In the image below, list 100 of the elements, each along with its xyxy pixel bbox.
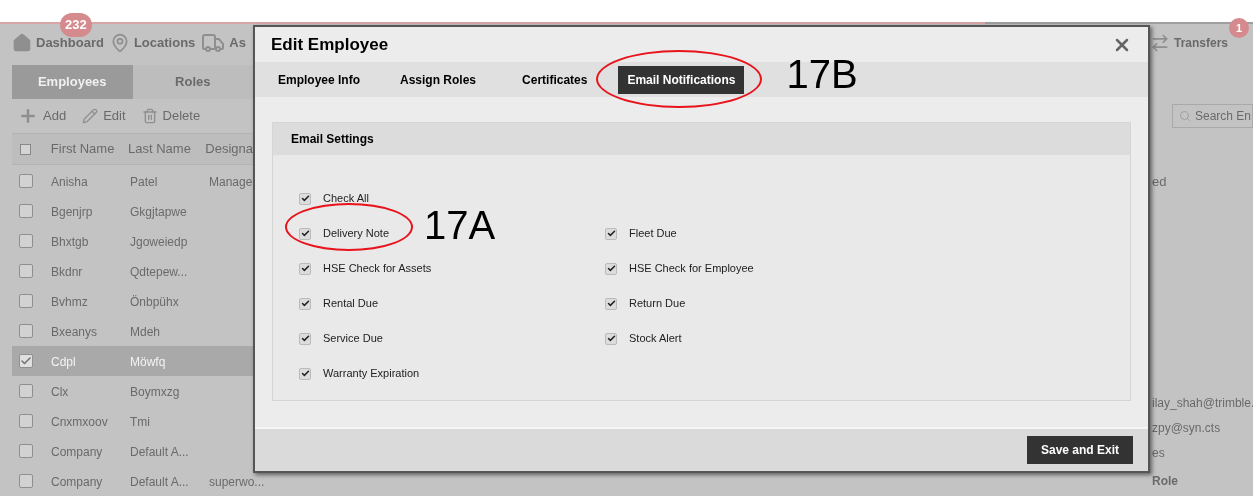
- row-checkbox[interactable]: [19, 234, 33, 248]
- table-cell: Bgenjrp: [51, 205, 93, 219]
- toolbar-button[interactable]: Add: [18, 106, 67, 126]
- search-field[interactable]: Search En: [1172, 104, 1253, 128]
- table-cell: Default A...: [130, 475, 189, 489]
- table-row[interactable]: Bgenjrp Gkgjtapwe: [12, 196, 253, 226]
- column-header[interactable]: Last Name: [128, 139, 206, 159]
- truck-icon: [201, 31, 226, 55]
- tab[interactable]: Email Notifications: [618, 65, 745, 94]
- table-row[interactable]: Bvhmz Önbpühx: [12, 286, 253, 316]
- row-checkbox[interactable]: [19, 414, 33, 428]
- checkbox[interactable]: [605, 332, 617, 345]
- check-icon: [300, 334, 310, 343]
- check-icon: [606, 229, 616, 238]
- checkbox[interactable]: [605, 262, 617, 275]
- table-cell: Company: [51, 475, 103, 489]
- table-cell: Manage: [209, 175, 253, 189]
- table-cell-text: ilay_shah@trimble.: [1152, 394, 1253, 412]
- table-cell: Bvhmz: [51, 295, 88, 309]
- option-label: Rental Due: [323, 296, 379, 312]
- table-row[interactable]: Bhxtgb Jgoweiedp: [12, 226, 253, 256]
- row-checkbox[interactable]: [19, 264, 33, 278]
- tab[interactable]: Assign Roles: [391, 65, 486, 94]
- column-header[interactable]: First Name: [50, 139, 129, 159]
- table-cell: Clx: [51, 385, 69, 399]
- table-cell: Tmi: [130, 415, 150, 429]
- checkbox[interactable]: [605, 297, 617, 310]
- table-cell: Role: [1152, 475, 1178, 487]
- table-cell: Anisha: [51, 175, 88, 189]
- toolbar-button[interactable]: Delete: [141, 106, 201, 126]
- option-label: Stock Alert: [629, 331, 682, 347]
- table-cell-text: es: [1152, 444, 1165, 462]
- table-cell: Boymxzg: [130, 385, 180, 399]
- table-cell: Bhxtgb: [51, 235, 89, 249]
- nav-link[interactable]: Transfers: [1174, 34, 1229, 52]
- option-label: Check All: [323, 191, 369, 207]
- option-label: Fleet Due: [629, 226, 677, 242]
- tab[interactable]: Roles: [132, 65, 253, 99]
- check-icon: [300, 264, 310, 273]
- annotation-label: 17A: [424, 205, 496, 246]
- option-label: HSE Check for Employee: [629, 261, 754, 277]
- option-label: Return Due: [629, 296, 686, 312]
- checkbox[interactable]: [299, 332, 311, 345]
- table-row[interactable]: Bxeanys Mdeh: [12, 316, 253, 346]
- table-cell: Bxeanys: [51, 325, 98, 339]
- row-checkbox[interactable]: [19, 474, 33, 488]
- nav-link[interactable]: Locations: [133, 33, 196, 53]
- annotation-label: 17B: [786, 53, 858, 94]
- row-checkbox[interactable]: [19, 444, 33, 458]
- table-cell: Cnxmxoov: [51, 415, 108, 429]
- save-and-exit-button[interactable]: Save and Exit: [1026, 436, 1133, 464]
- table-cell: Gkgjtapwe: [130, 205, 187, 219]
- table-row[interactable]: Clx Boymxzg: [12, 376, 253, 406]
- table-cell: Jgoweiedp: [130, 235, 188, 249]
- table-row[interactable]: Bkdnr Qdtepew...: [12, 256, 253, 286]
- search-input[interactable]: Search En: [1195, 107, 1252, 125]
- table-row[interactable]: Cnxmxoov Tmi: [12, 406, 253, 436]
- checkbox[interactable]: [299, 367, 311, 380]
- table-row[interactable]: Anisha Patel Manage: [12, 166, 259, 196]
- table-row[interactable]: Cdpl Möwfq: [12, 346, 253, 376]
- table-cell: superwo...: [209, 475, 265, 489]
- table-cell: Default A...: [130, 445, 189, 459]
- check-icon: [606, 334, 616, 343]
- checkbox[interactable]: [299, 227, 311, 240]
- option-label: Delivery Note: [323, 226, 390, 242]
- row-checkbox[interactable]: [19, 354, 33, 368]
- row-checkbox[interactable]: [19, 294, 33, 308]
- table-cell: Cdpl: [51, 355, 76, 369]
- transfer-icon: [1150, 33, 1170, 53]
- check-icon: [300, 369, 310, 378]
- table-row[interactable]: Company Default A...: [12, 436, 253, 466]
- nav-link[interactable]: As: [229, 33, 246, 53]
- row-checkbox[interactable]: [19, 384, 33, 398]
- checkbox[interactable]: [299, 262, 311, 275]
- tab[interactable]: Employee Info: [269, 65, 369, 94]
- pencil-icon: [82, 108, 99, 124]
- dialog-title: Edit Employee: [271, 33, 389, 56]
- row-checkbox[interactable]: [19, 204, 33, 218]
- tab[interactable]: Certificates: [513, 65, 597, 94]
- check-icon: [300, 229, 310, 238]
- plus-icon: [18, 106, 38, 126]
- home-icon: [12, 33, 32, 53]
- header-checkbox[interactable]: [20, 143, 31, 155]
- tab[interactable]: Employees: [12, 65, 133, 99]
- row-checkbox[interactable]: [19, 324, 33, 338]
- row-checkbox[interactable]: [19, 174, 33, 188]
- toolbar-button[interactable]: Edit: [82, 106, 126, 126]
- checkbox[interactable]: [299, 192, 311, 205]
- count-badge: 1: [1229, 18, 1249, 38]
- table-row[interactable]: Company Default A... superwo...: [12, 466, 271, 496]
- table-cell-text: zpy@syn.cts: [1152, 419, 1221, 437]
- checkbox[interactable]: [299, 297, 311, 310]
- check-icon: [300, 194, 310, 203]
- column-header[interactable]: Designa: [205, 139, 253, 159]
- table-cell: Bkdnr: [51, 265, 83, 279]
- option-label: HSE Check for Assets: [323, 261, 432, 277]
- column-header[interactable]: ed: [1152, 171, 1167, 192]
- check-icon: [606, 264, 616, 273]
- checkbox[interactable]: [605, 227, 617, 240]
- search-icon: [1179, 110, 1191, 122]
